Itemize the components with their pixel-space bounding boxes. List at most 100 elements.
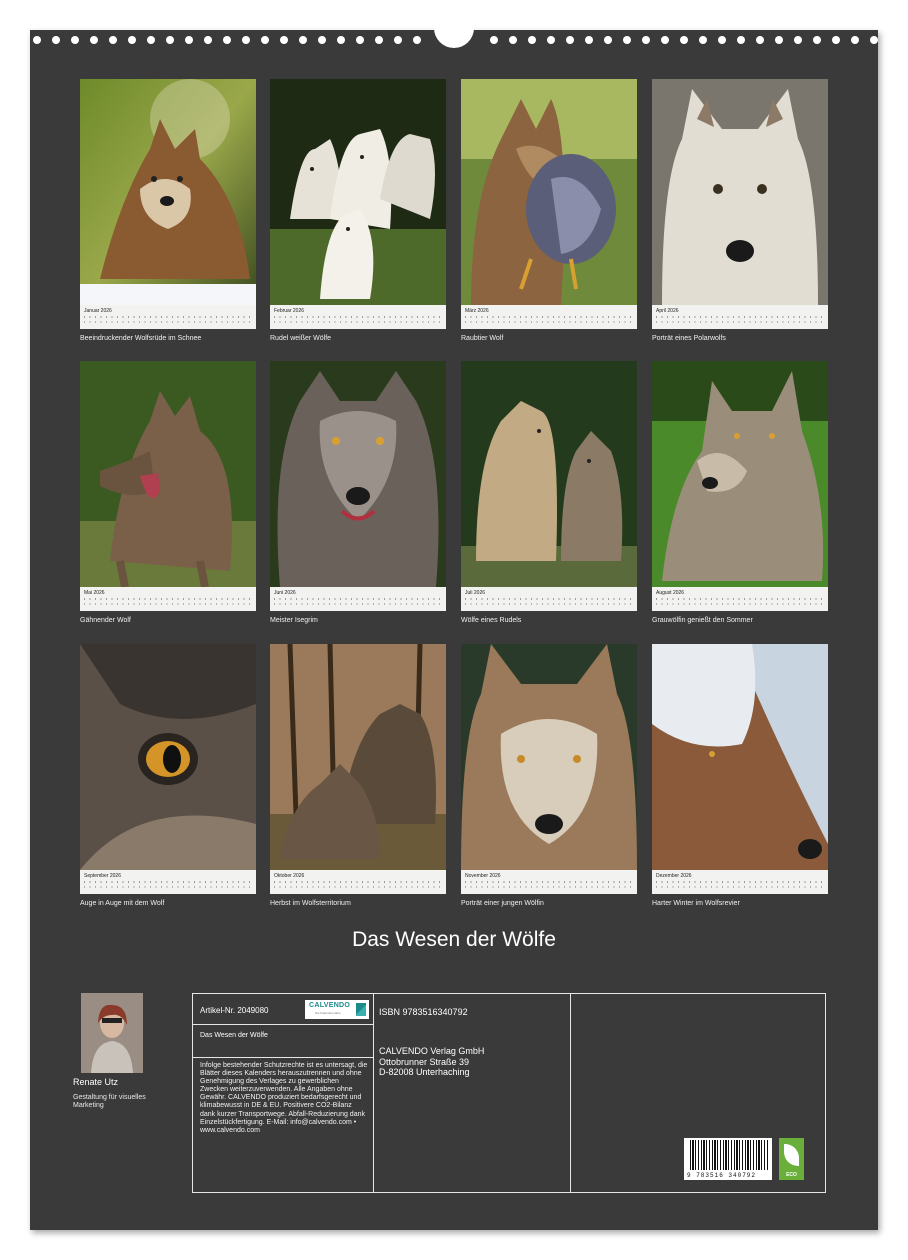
binding-hole (109, 36, 117, 44)
month-label: Februar 2026 (274, 308, 305, 314)
month-tile-maerz: März 2026 Raubtier Wolf (461, 79, 637, 342)
month-grid: August 2026 (652, 587, 828, 611)
month-label: Juli 2026 (465, 590, 486, 596)
eco-badge: ECO (779, 1138, 804, 1180)
day-grid (656, 881, 824, 891)
month-tile-september: September 2026 Auge in Auge mit dem Wolf (80, 644, 256, 907)
imprint-left-column: Artikel-Nr. 2049080 CALVENDO Die Kalende… (193, 994, 374, 1192)
month-grid: Juli 2026 (461, 587, 637, 611)
binding-hole (547, 36, 555, 44)
day-grid (274, 881, 442, 891)
month-tile-juli: Juli 2026 Wölfe eines Rudels (461, 361, 637, 624)
leaf-icon (784, 1144, 799, 1166)
binding-hole (318, 36, 326, 44)
author-role: Gestaltung für visuelles Marketing (73, 1094, 146, 1109)
wolf-photo (270, 79, 446, 305)
eco-label: ECO (786, 1172, 797, 1178)
month-grid: Mai 2026 (80, 587, 256, 611)
month-tile-januar: Januar 2026 Beeindruckender Wolfsrüde im… (80, 79, 256, 342)
photo-caption: Porträt einer jungen Wölfin (461, 900, 544, 907)
binding-hole (680, 36, 688, 44)
month-tile-juni: Juni 2026 Meister Isegrim (270, 361, 446, 624)
binding-hole (623, 36, 631, 44)
month-grid: Januar 2026 (80, 305, 256, 329)
binding-hole (832, 36, 840, 44)
day-grid (84, 316, 252, 326)
month-grid: März 2026 (461, 305, 637, 329)
photo-caption: Meister Isegrim (270, 617, 318, 624)
month-tile-oktober: Oktober 2026 Herbst im Wolfsterritorium (270, 644, 446, 907)
photo-caption: Porträt eines Polarwolfs (652, 335, 726, 342)
binding-hole (718, 36, 726, 44)
barcode-digits: 9 783516 340792 (687, 1172, 757, 1179)
binding-hole (661, 36, 669, 44)
binding-hole (490, 36, 498, 44)
wolf-photo (652, 79, 828, 305)
wolf-photo (80, 361, 256, 587)
wolf-photo (461, 79, 637, 305)
photo-caption: Raubtier Wolf (461, 335, 504, 342)
binding-hole (185, 36, 193, 44)
logo-brand: CALVENDO (309, 1002, 351, 1009)
binding-hole (52, 36, 60, 44)
author-portrait (81, 993, 143, 1073)
binding-hole (775, 36, 783, 44)
wolf-photo (652, 644, 828, 870)
binding-hole (794, 36, 802, 44)
month-grid: Juni 2026 (270, 587, 446, 611)
binding-hole (261, 36, 269, 44)
photo-caption: Herbst im Wolfsterritorium (270, 900, 351, 907)
month-grid: September 2026 (80, 870, 256, 894)
binding-hole (528, 36, 536, 44)
binding-hole (71, 36, 79, 44)
day-grid (274, 598, 442, 608)
wolf-photo (270, 644, 446, 870)
month-label: Dezember 2026 (656, 873, 692, 879)
photo-caption: Gähnender Wolf (80, 617, 131, 624)
wolf-photo (270, 361, 446, 587)
day-grid (274, 316, 442, 326)
imprint-middle-column: ISBN 9783516340792 CALVENDO Verlag GmbH … (374, 994, 571, 1192)
binding-hole (204, 36, 212, 44)
binding-hole (699, 36, 707, 44)
barcode: 9 783516 340792 (684, 1138, 772, 1180)
binding-hole (756, 36, 764, 44)
binding-hole (585, 36, 593, 44)
binding-hole (299, 36, 307, 44)
month-tile-april: April 2026 Porträt eines Polarwolfs (652, 79, 828, 342)
binding-hole (642, 36, 650, 44)
day-grid (465, 881, 633, 891)
article-row: Artikel-Nr. 2049080 CALVENDO Die Kalende… (193, 994, 373, 1025)
day-grid (656, 316, 824, 326)
day-grid (465, 598, 633, 608)
binding-hole (242, 36, 250, 44)
month-label: September 2026 (84, 873, 121, 879)
binding-hole (375, 36, 383, 44)
photo-caption: Beeindruckender Wolfsrüde im Schnee (80, 335, 202, 342)
month-grid: Februar 2026 (270, 305, 446, 329)
binding-hole (280, 36, 288, 44)
author-name: Renate Utz (73, 1077, 119, 1087)
binding-hole (337, 36, 345, 44)
publisher-city: D-82008 Unterhaching (379, 1067, 470, 1077)
calvendo-logo: CALVENDO Die Kalendermarke (305, 1000, 369, 1019)
wolf-photo (80, 79, 256, 305)
binding-hole (851, 36, 859, 44)
binding-hole (90, 36, 98, 44)
wolf-photo (461, 644, 637, 870)
binding-hole (166, 36, 174, 44)
month-label: November 2026 (465, 873, 501, 879)
day-grid (656, 598, 824, 608)
publisher-name: CALVENDO Verlag GmbH (379, 1046, 485, 1056)
day-grid (84, 598, 252, 608)
calendar-title: Das Wesen der Wölfe (352, 928, 556, 951)
binding-hole (128, 36, 136, 44)
binding-hole (813, 36, 821, 44)
binding-hole (870, 36, 878, 44)
wolf-photo (461, 361, 637, 587)
photo-caption: Auge in Auge mit dem Wolf (80, 900, 165, 907)
month-grid: November 2026 (461, 870, 637, 894)
day-grid (465, 316, 633, 326)
month-label: März 2026 (465, 308, 489, 314)
binding-hole (509, 36, 517, 44)
